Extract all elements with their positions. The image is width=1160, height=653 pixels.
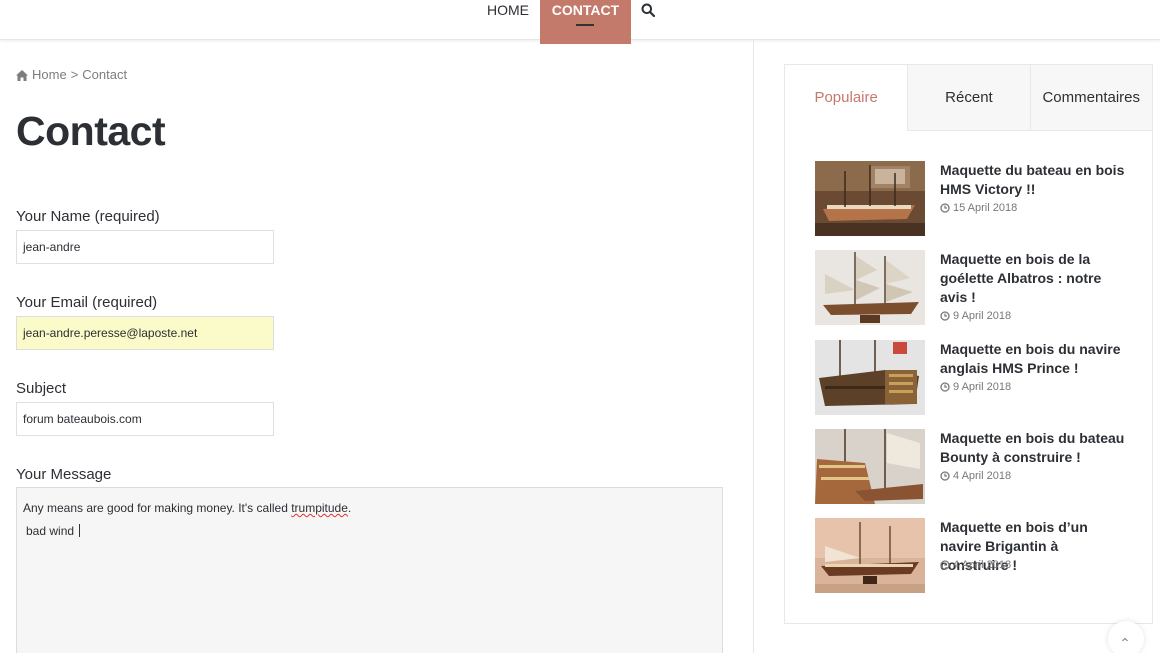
message-line-2: bad wind bbox=[23, 520, 716, 543]
tab-populaire[interactable]: Populaire bbox=[785, 65, 908, 131]
post-title[interactable]: Maquette en bois de la goélette Albatros… bbox=[940, 250, 1130, 307]
clock-icon bbox=[940, 203, 950, 213]
nav-item-contact-label: CONTACT bbox=[551, 2, 620, 18]
post-date: 4 April 2018 bbox=[940, 559, 1011, 571]
clock-icon bbox=[940, 560, 950, 570]
active-indicator bbox=[576, 24, 594, 26]
name-input[interactable]: jean-andre bbox=[16, 230, 274, 264]
post-thumbnail[interactable] bbox=[815, 429, 925, 504]
scroll-to-top-button[interactable] bbox=[1108, 621, 1144, 653]
message-line-1: Any means are good for making money. It'… bbox=[23, 501, 352, 515]
post-title[interactable]: Maquette en bois du navire anglais HMS P… bbox=[940, 340, 1130, 378]
list-item[interactable]: Maquette en bois du bateau Bounty à cons… bbox=[815, 429, 1135, 505]
breadcrumb-separator: > bbox=[70, 67, 79, 82]
list-item[interactable]: Maquette en bois d’un navire Brigantin à… bbox=[815, 518, 1135, 594]
subject-label: Subject bbox=[16, 380, 67, 397]
subject-input[interactable]: forum bateaubois.com bbox=[16, 402, 274, 436]
message-label: Your Message bbox=[16, 466, 112, 483]
misspelled-word: trumpitude bbox=[291, 501, 348, 515]
sidebar-posts-widget: Populaire Récent Commentaires Maquette d… bbox=[784, 64, 1153, 624]
tab-recent[interactable]: Récent bbox=[907, 65, 1030, 131]
post-date: 9 April 2018 bbox=[940, 381, 1011, 393]
clock-icon bbox=[940, 382, 950, 392]
nav-item-home[interactable]: HOME bbox=[487, 0, 529, 40]
post-title[interactable]: Maquette en bois du bateau Bounty à cons… bbox=[940, 429, 1130, 467]
list-item[interactable]: Maquette en bois du navire anglais HMS P… bbox=[815, 340, 1135, 416]
breadcrumb-home-link[interactable]: Home bbox=[32, 67, 67, 82]
text-caret bbox=[79, 524, 81, 537]
post-date: 15 April 2018 bbox=[940, 202, 1017, 214]
email-label: Your Email (required) bbox=[16, 294, 158, 311]
name-label: Your Name (required) bbox=[16, 208, 160, 225]
clock-icon bbox=[940, 311, 950, 321]
nav-item-contact[interactable]: CONTACT bbox=[540, 0, 631, 44]
chevron-up-icon bbox=[1122, 637, 1128, 642]
search-icon[interactable] bbox=[641, 2, 656, 18]
clock-icon bbox=[940, 471, 950, 481]
post-title[interactable]: Maquette du bateau en bois HMS Victory !… bbox=[940, 161, 1130, 199]
breadcrumb: Home > Contact bbox=[16, 67, 127, 82]
widget-tabs: Populaire Récent Commentaires bbox=[785, 65, 1152, 131]
post-thumbnail[interactable] bbox=[815, 518, 925, 593]
message-textarea[interactable]: Any means are good for making money. It'… bbox=[16, 487, 723, 653]
post-thumbnail[interactable] bbox=[815, 161, 925, 236]
column-divider bbox=[753, 40, 754, 653]
list-item[interactable]: Maquette du bateau en bois HMS Victory !… bbox=[815, 161, 1135, 237]
home-icon bbox=[16, 69, 28, 81]
tab-commentaires[interactable]: Commentaires bbox=[1029, 65, 1152, 131]
top-navigation: HOME CONTACT bbox=[0, 0, 1160, 44]
post-date: 4 April 2018 bbox=[940, 470, 1011, 482]
post-date: 9 April 2018 bbox=[940, 310, 1011, 322]
page-title: Contact bbox=[16, 108, 166, 154]
breadcrumb-current: Contact bbox=[82, 67, 128, 82]
email-input[interactable]: jean-andre.peresse@laposte.net bbox=[16, 316, 274, 350]
post-thumbnail[interactable] bbox=[815, 250, 925, 325]
post-thumbnail[interactable] bbox=[815, 340, 925, 415]
list-item[interactable]: Maquette en bois de la goélette Albatros… bbox=[815, 250, 1135, 326]
